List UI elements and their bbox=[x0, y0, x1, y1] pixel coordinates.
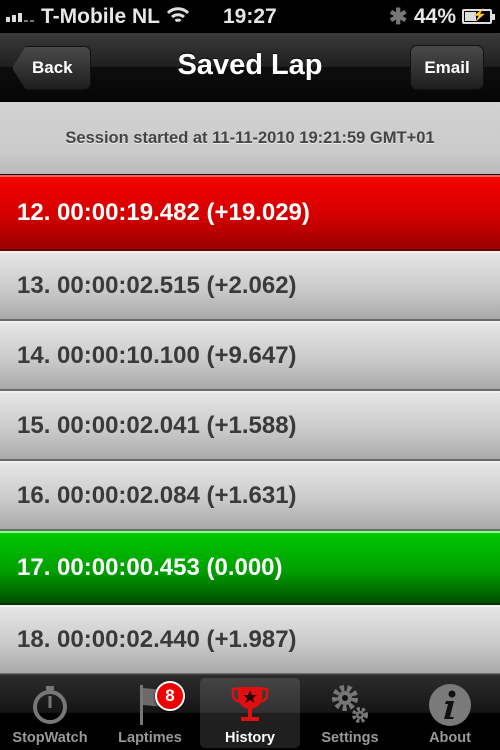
tab-history[interactable]: History bbox=[200, 678, 300, 748]
lap-row[interactable]: 13. 00:00:02.515 (+2.062) bbox=[0, 251, 500, 321]
tab-label: StopWatch bbox=[12, 730, 88, 746]
lap-row-best[interactable]: 17. 00:00:00.453 (0.000) bbox=[0, 531, 500, 605]
session-header: Session started at 11-11-2010 19:21:59 G… bbox=[0, 102, 500, 174]
carrier-name: T-Mobile NL bbox=[41, 5, 160, 28]
tab-label: Settings bbox=[321, 730, 379, 746]
status-bar: T-Mobile NL 19:27 ✱ 44% ⚡ bbox=[0, 0, 500, 33]
tab-laptimes[interactable]: Laptimes bbox=[100, 678, 200, 748]
tab-label: About bbox=[429, 730, 471, 746]
lap-row[interactable]: 15. 00:00:02.041 (+1.588) bbox=[0, 391, 500, 461]
lap-row[interactable]: 16. 00:00:02.084 (+1.631) bbox=[0, 461, 500, 531]
stopwatch-icon bbox=[33, 686, 67, 724]
gears-icon bbox=[332, 685, 368, 723]
battery-percent: 44% bbox=[414, 5, 457, 28]
wifi-icon bbox=[166, 7, 190, 23]
signal-strength-icon bbox=[6, 12, 34, 22]
lap-list: 12. 00:00:19.482 (+19.029) 13. 00:00:02.… bbox=[0, 175, 500, 675]
bluetooth-icon: ✱ bbox=[389, 4, 408, 29]
status-time: 19:27 bbox=[223, 5, 277, 28]
tab-bar: StopWatch Laptimes 8 History Settings Ab… bbox=[0, 674, 500, 750]
trophy-icon bbox=[231, 687, 269, 721]
lap-row[interactable]: 18. 00:00:02.440 (+1.987) bbox=[0, 605, 500, 675]
email-button[interactable]: Email bbox=[410, 45, 484, 90]
info-icon bbox=[429, 684, 471, 726]
lap-row[interactable]: 14. 00:00:10.100 (+9.647) bbox=[0, 321, 500, 391]
tab-label: Laptimes bbox=[118, 730, 182, 746]
tab-settings[interactable]: Settings bbox=[300, 678, 400, 748]
navigation-bar: Back Saved Lap Email bbox=[0, 33, 500, 101]
tab-about[interactable]: About bbox=[400, 678, 500, 748]
laptimes-badge: 8 bbox=[155, 681, 185, 711]
tab-stopwatch[interactable]: StopWatch bbox=[0, 678, 100, 748]
lap-row-worst[interactable]: 12. 00:00:19.482 (+19.029) bbox=[0, 175, 500, 251]
battery-icon: ⚡ bbox=[462, 8, 495, 24]
tab-label: History bbox=[225, 730, 275, 746]
